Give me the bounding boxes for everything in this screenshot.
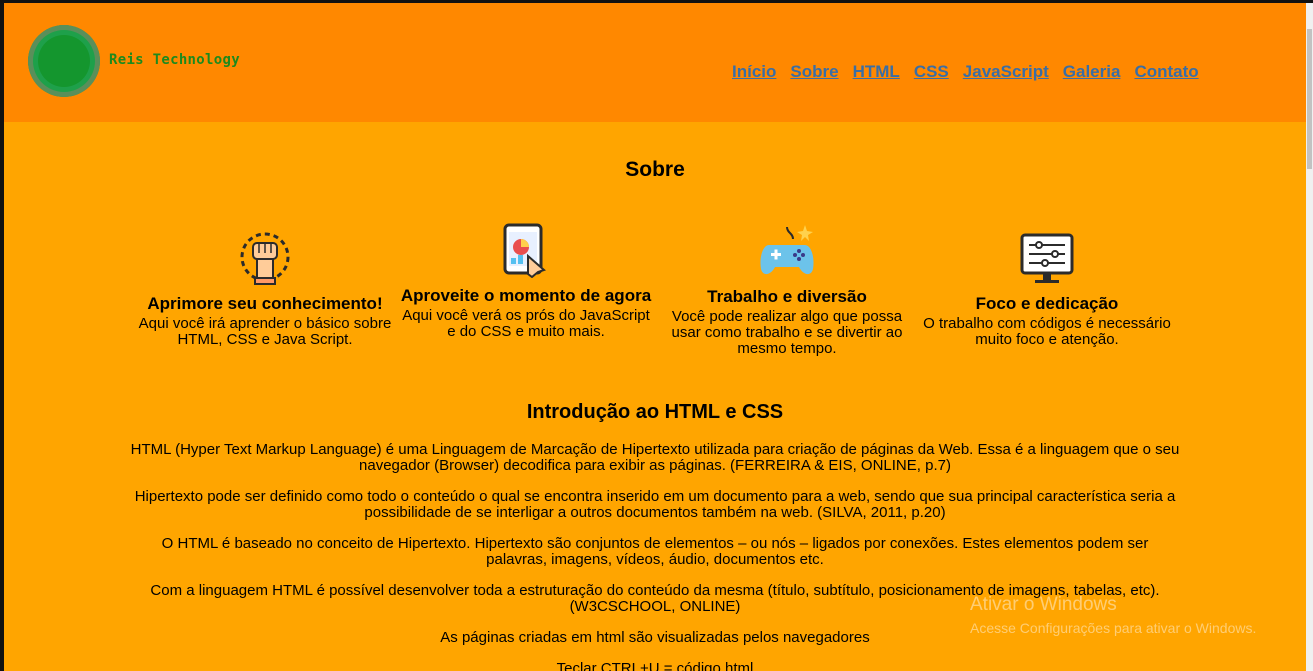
card-text: Aqui você verá os prós do JavaScript e d… <box>402 307 650 340</box>
nav-link-html[interactable]: HTML <box>853 62 900 81</box>
card-text: Você pode realizar algo que possa usar c… <box>671 308 903 357</box>
nav-link-contato[interactable]: Contato <box>1134 62 1198 81</box>
card-text: O trabalho com códigos é necessário muit… <box>923 315 1171 348</box>
about-title: Sobre <box>625 158 685 181</box>
card-title: Aprimore seu conhecimento! <box>147 294 383 313</box>
intro-body: HTML (Hyper Text Markup Language) é uma … <box>130 442 1180 671</box>
windows-activation-title: Ativar o Windows <box>970 594 1117 615</box>
about-card-knowledge: Aprimore seu conhecimento! Aqui você irá… <box>135 231 395 348</box>
tablet-chart-touch-icon <box>503 223 546 278</box>
scrollbar-thumb[interactable] <box>1307 29 1312 169</box>
nav-link-sobre[interactable]: Sobre <box>790 62 838 81</box>
intro-paragraph: Teclar CTRL+U = código html <box>556 660 754 671</box>
page-viewport: Reis Technology Início Sobre HTML CSS JavaSc… <box>4 3 1306 671</box>
card-text: Aqui você irá aprender o básico sobre HT… <box>138 315 392 348</box>
card-title: Aproveite o momento de agora <box>400 286 652 305</box>
main-nav: Início Sobre HTML CSS JavaScript Galeria Conta… <box>732 62 1213 82</box>
site-header: Reis Technology Início Sobre HTML CSS JavaSc… <box>4 3 1306 122</box>
nav-link-galeria[interactable]: Galeria <box>1063 62 1121 81</box>
intro-paragraph: HTML (Hyper Text Markup Language) é uma … <box>130 441 1180 474</box>
about-card-moment: Aproveite o momento de agora Aqui você v… <box>396 222 656 340</box>
fist-gear-icon <box>240 232 290 285</box>
nav-link-css[interactable]: CSS <box>914 62 949 81</box>
nav-link-javascript[interactable]: JavaScript <box>963 62 1049 81</box>
card-title: Foco e dedicação <box>975 294 1119 313</box>
card-title: Trabalho e diversão <box>707 287 867 306</box>
intro-paragraph: O HTML é baseado no conceito de Hipertex… <box>161 535 1149 568</box>
intro-paragraph: Hipertexto pode ser definido como todo o… <box>134 488 1176 521</box>
monitor-settings-icon <box>1020 233 1074 283</box>
nav-link-inicio[interactable]: Início <box>732 62 776 81</box>
intro-title: Introdução ao HTML e CSS <box>526 401 784 423</box>
brand-name: Reis Technology <box>109 52 240 68</box>
windows-activation-subtitle: Acesse Configurações para ativar o Windo… <box>970 620 1257 636</box>
gamepad-icon <box>760 225 814 275</box>
about-card-work-fun: Trabalho e diversão Você pode realizar a… <box>657 223 917 357</box>
logo-icon[interactable] <box>28 25 100 97</box>
vertical-scrollbar[interactable] <box>1306 3 1313 671</box>
about-card-focus: Foco e dedicação O trabalho com códigos … <box>917 231 1177 348</box>
